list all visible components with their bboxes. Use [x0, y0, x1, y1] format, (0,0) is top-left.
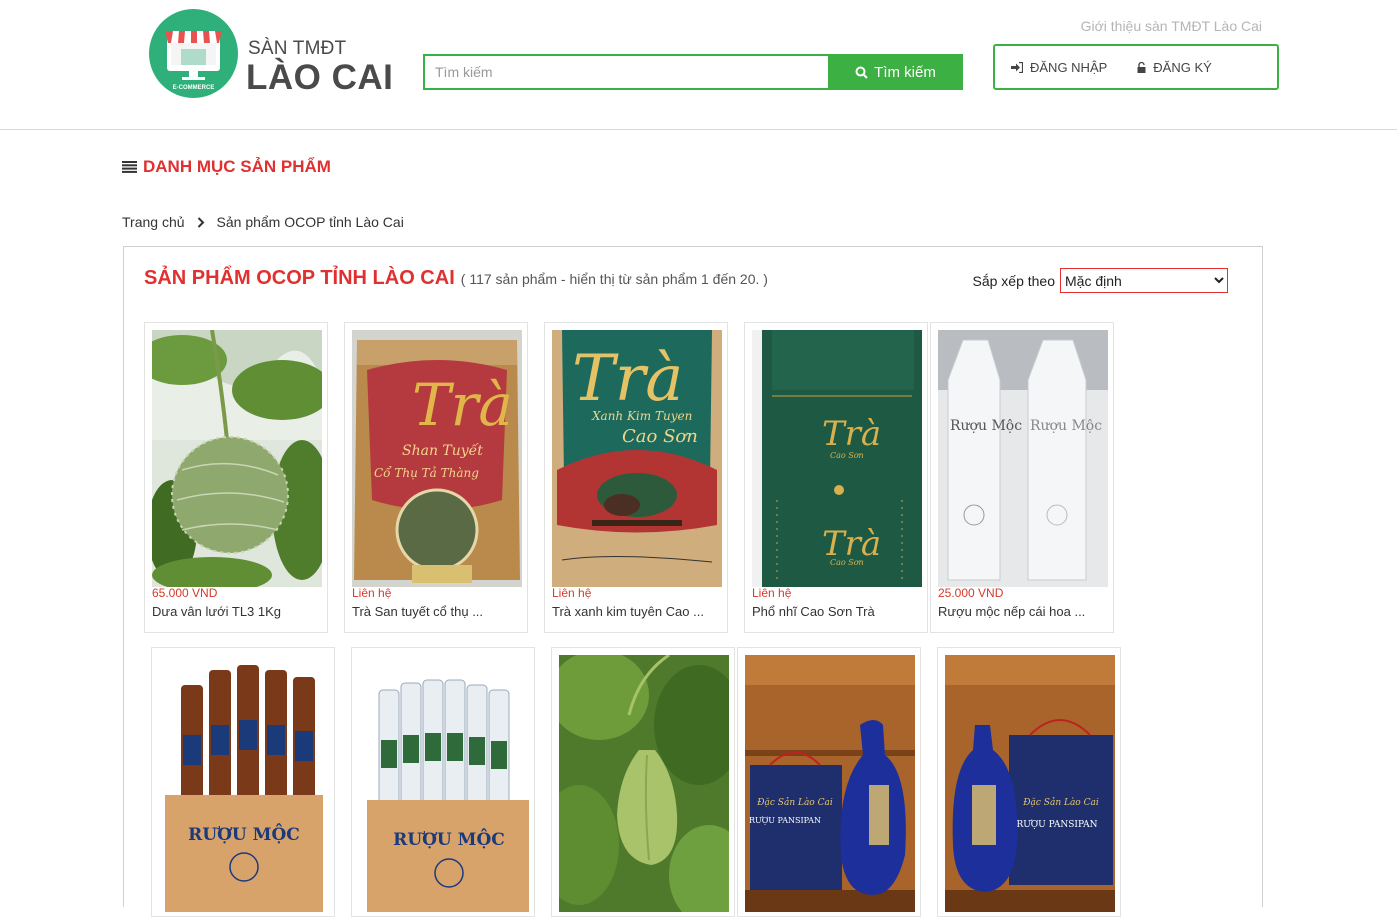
register-label: ĐĂNG KÝ	[1153, 59, 1212, 75]
category-menu-button[interactable]: DANH MỤC SẢN PHẨM	[122, 157, 331, 177]
login-link[interactable]: ĐĂNG NHẬP	[1011, 60, 1107, 75]
product-image-melon[interactable]	[152, 330, 322, 587]
lock-icon	[1137, 61, 1146, 73]
listing-count: ( 117 sản phẩm - hiển thị từ sản phẩm 1 …	[460, 271, 768, 287]
tea2-label-tra: Trà	[572, 342, 683, 416]
login-label: ĐĂNG NHẬP	[1030, 59, 1108, 75]
register-link[interactable]: ĐĂNG KÝ	[1137, 60, 1212, 75]
product-price: Liên hệ	[352, 586, 392, 600]
search-icon	[855, 66, 868, 79]
ruou-moc-label-1: Rượu Mộc	[950, 418, 1022, 434]
pansipan-label-2: RƯỢU PANSIPAN	[1016, 819, 1097, 830]
logo-badge-text: E-COMMERCE	[173, 85, 215, 91]
box-label-2: RƯỢU MỘC	[393, 829, 505, 850]
pho-label-tra-1: Trà	[822, 414, 881, 454]
sort-label: Sắp xếp theo	[972, 272, 1055, 289]
search-button-label: Tìm kiếm	[874, 63, 936, 81]
pansipan-dacsan-2: Đặc Sản Lào Cai	[1022, 797, 1099, 808]
product-image-ruou-moc-box-amber[interactable]: RƯỢU MỘC	[159, 655, 329, 912]
product-card[interactable]: Trà Cao Sơn Trà Cao Sơn Liên hệ Phổ nhĩ …	[744, 322, 928, 633]
product-image-chayote[interactable]	[559, 655, 729, 912]
product-name[interactable]: Dưa vân lưới TL3 1Kg	[152, 604, 281, 619]
menu-icon	[122, 161, 137, 173]
logo-main-text: LÀO CAI	[246, 58, 394, 97]
product-card[interactable]	[551, 647, 735, 917]
product-price: Liên hệ	[552, 586, 592, 600]
product-name[interactable]: Trà San tuyết cổ thụ ...	[352, 604, 483, 619]
listing-title: SẢN PHẨM OCOP TỈNH LÀO CAI	[144, 267, 455, 289]
product-image-tea-kim-tuyen[interactable]: Trà Xanh Kim Tuyen Cao Sơn	[552, 330, 722, 587]
product-image-pansipan-1[interactable]: Đặc Sản Lào Cai RƯỢU PANSIPAN	[745, 655, 915, 912]
logo-icon[interactable]: E-COMMERCE	[149, 9, 238, 98]
product-listing-panel: SẢN PHẨM OCOP TỈNH LÀO CAI ( 117 sản phẩ…	[123, 246, 1263, 917]
category-menu-label: DANH MỤC SẢN PHẨM	[143, 157, 331, 176]
product-card[interactable]: Đặc Sản Lào Cai RƯỢU PANSIPAN	[937, 647, 1121, 917]
product-image-tea-shan-tuyet[interactable]: Trà Shan Tuyết Cổ Thụ Tả Thàng	[352, 330, 522, 587]
listing-header: SẢN PHẨM OCOP TỈNH LÀO CAI ( 117 sản phẩ…	[144, 267, 768, 290]
product-price: 65.000 VND	[152, 586, 218, 600]
breadcrumb: Trang chủ Sản phẩm OCOP tỉnh Lào Cai	[122, 214, 404, 230]
login-icon	[1011, 61, 1023, 73]
product-card[interactable]: RƯỢU MỘC	[351, 647, 535, 917]
product-image-ruou-moc[interactable]: Rượu Mộc Rượu Mộc	[938, 330, 1108, 587]
search-bar: Tìm kiếm	[423, 54, 963, 90]
search-input[interactable]	[423, 54, 849, 90]
product-image-pho-nhi[interactable]: Trà Cao Sơn Trà Cao Sơn	[752, 330, 922, 587]
chevron-right-icon	[197, 216, 204, 228]
product-name[interactable]: Trà xanh kim tuyên Cao ...	[552, 604, 704, 619]
logo-top-text: SÀN TMĐT	[248, 38, 347, 59]
pansipan-label-1: RƯỢU PANSIPAN	[749, 816, 821, 825]
ruou-moc-label-2: Rượu Mộc	[1030, 418, 1102, 434]
product-image-ruou-moc-box-clear[interactable]: RƯỢU MỘC	[359, 655, 529, 912]
tea2-label-sub1: Xanh Kim Tuyen	[591, 409, 692, 423]
pho-label-sub-2: Cao Sơn	[830, 558, 864, 567]
intro-link[interactable]: Giới thiệu sàn TMĐT Lào Cai	[1081, 18, 1262, 34]
product-card[interactable]: RƯỢU MỘC	[151, 647, 335, 917]
box-label-1: RƯỢU MỘC	[188, 824, 300, 845]
product-price: Liên hệ	[752, 586, 792, 600]
sort-select[interactable]: Mặc định	[1060, 268, 1228, 293]
product-card[interactable]: Đặc Sản Lào Cai RƯỢU PANSIPAN	[737, 647, 921, 917]
product-card[interactable]: Trà Shan Tuyết Cổ Thụ Tả Thàng Liên hệ T…	[344, 322, 528, 633]
tea-label-sub1: Shan Tuyết	[402, 442, 483, 459]
product-name[interactable]: Phổ nhĩ Cao Sơn Trà	[752, 604, 875, 619]
tea-label-sub2: Cổ Thụ Tả Thàng	[374, 465, 479, 480]
pho-label-sub-1: Cao Sơn	[830, 451, 864, 460]
product-image-pansipan-2[interactable]: Đặc Sản Lào Cai RƯỢU PANSIPAN	[945, 655, 1115, 912]
product-card[interactable]: Trà Xanh Kim Tuyen Cao Sơn Liên hệ Trà x…	[544, 322, 728, 633]
breadcrumb-home[interactable]: Trang chủ	[122, 214, 185, 230]
auth-box: ĐĂNG NHẬP ĐĂNG KÝ	[993, 44, 1279, 90]
product-price: 25.000 VND	[938, 586, 1004, 600]
sort-control: Sắp xếp theo Mặc định	[972, 268, 1228, 293]
product-card[interactable]: Rượu Mộc Rượu Mộc 25.000 VND Rượu mộc nế…	[930, 322, 1114, 633]
search-button[interactable]: Tìm kiếm	[828, 54, 963, 90]
breadcrumb-current: Sản phẩm OCOP tỉnh Lào Cai	[216, 214, 404, 230]
tea-label-tra: Trà	[412, 371, 513, 439]
site-header: E-COMMERCE SÀN TMĐT LÀO CAI Giới thiệu s…	[0, 0, 1397, 130]
product-name[interactable]: Rượu mộc nếp cái hoa ...	[938, 604, 1085, 619]
pansipan-dacsan-1: Đặc Sản Lào Cai	[756, 797, 833, 808]
tea2-label-sub2: Cao Sơn	[622, 426, 698, 447]
product-card[interactable]: 65.000 VND Dưa vân lưới TL3 1Kg	[144, 322, 328, 633]
